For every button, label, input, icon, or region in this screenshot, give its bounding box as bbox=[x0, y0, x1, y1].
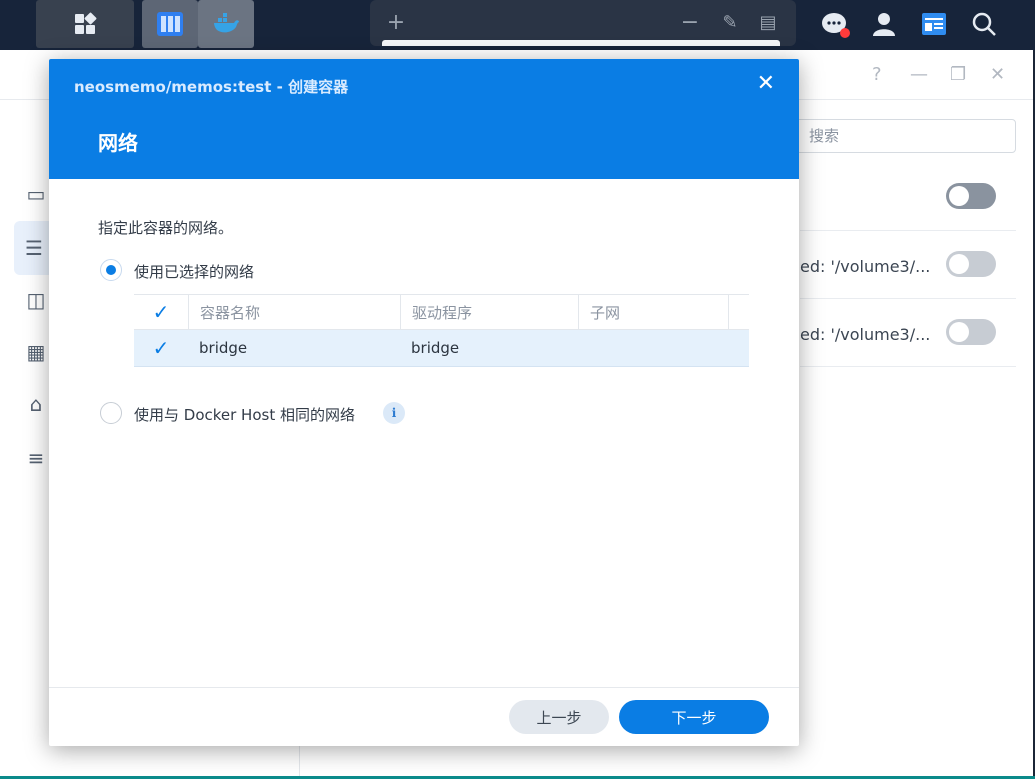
taskbar-app-container-manager[interactable] bbox=[142, 0, 198, 48]
column-header-name[interactable]: 容器名称 bbox=[188, 295, 400, 329]
table-header: ✓ 容器名称 驱动程序 子网 bbox=[134, 294, 749, 330]
step-title: 网络 bbox=[98, 131, 138, 155]
list-item-text: ed: '/volume3/... bbox=[800, 325, 931, 344]
radio-label-use-selected-network: 使用已选择的网络 bbox=[134, 263, 255, 281]
dialog-title: neosmemo/memos:test - 创建容器 bbox=[74, 78, 349, 96]
column-header-spacer bbox=[728, 295, 749, 329]
user-icon[interactable] bbox=[870, 10, 898, 38]
minimize-icon[interactable]: − bbox=[676, 8, 704, 36]
toggle-switch[interactable] bbox=[946, 183, 996, 209]
widget-bar bbox=[382, 40, 780, 46]
table-row[interactable]: ✓ bridge bridge bbox=[134, 330, 749, 367]
plus-icon[interactable]: + bbox=[382, 8, 410, 36]
toggle-switch[interactable] bbox=[946, 319, 996, 345]
create-container-dialog: neosmemo/memos:test - 创建容器 ✕ 网络 指定此容器的网络… bbox=[49, 59, 799, 746]
row-checkbox[interactable]: ✓ bbox=[134, 330, 188, 366]
list-item[interactable]: ed: '/volume3/... bbox=[800, 231, 1016, 299]
restore-window-icon[interactable]: ❐ bbox=[950, 64, 966, 85]
description-text: 指定此容器的网络。 bbox=[98, 219, 234, 237]
cell-network-name: bridge bbox=[199, 339, 248, 357]
column-header-subnet[interactable]: 子网 bbox=[578, 295, 728, 329]
checkmark-icon: ✓ bbox=[152, 300, 170, 324]
list-item-text: ed: '/volume3/... bbox=[800, 257, 931, 276]
dialog-header: neosmemo/memos:test - 创建容器 ✕ 网络 bbox=[49, 59, 799, 179]
radio-use-host-network[interactable] bbox=[100, 402, 122, 424]
chat-icon[interactable] bbox=[820, 10, 850, 38]
docker-app-icon bbox=[212, 10, 240, 38]
radio-label-use-host-network: 使用与 Docker Host 相同的网络 bbox=[134, 406, 355, 424]
search-input[interactable]: 搜索 bbox=[790, 119, 1016, 153]
sidebar-item-container[interactable]: ☰ bbox=[14, 221, 54, 275]
radio-use-selected-network[interactable] bbox=[100, 259, 122, 281]
toggle-switch[interactable] bbox=[946, 251, 996, 277]
previous-button[interactable]: 上一步 bbox=[509, 700, 609, 734]
widget-icon: ▤ bbox=[759, 11, 777, 33]
list-item[interactable]: ed: '/volume3/... bbox=[800, 299, 1016, 367]
container-manager-app-icon bbox=[156, 10, 184, 38]
cell-driver: bridge bbox=[411, 339, 460, 357]
dialog-footer: 上一步 下一步 bbox=[49, 687, 799, 746]
select-all-checkbox[interactable]: ✓ bbox=[134, 295, 188, 329]
taskbar-widget-panel: + − ✎ ▤ bbox=[370, 0, 796, 46]
pin-icon[interactable]: ✎ bbox=[716, 8, 744, 36]
network-table: ✓ 容器名称 驱动程序 子网 ✓ bridge bridge bbox=[134, 294, 749, 367]
taskbar: + − ✎ ▤ bbox=[0, 0, 1035, 50]
close-window-icon[interactable]: ✕ bbox=[990, 64, 1005, 85]
minimize-window-icon[interactable]: — bbox=[910, 64, 928, 85]
search-icon[interactable] bbox=[970, 10, 998, 38]
desktop-widget-icon[interactable] bbox=[920, 10, 948, 38]
notification-dot bbox=[840, 28, 850, 38]
main-menu-button[interactable] bbox=[36, 0, 134, 48]
apps-grid-icon bbox=[71, 10, 99, 38]
dialog-body: 指定此容器的网络。 使用已选择的网络 ✓ 容器名称 驱动程序 子网 ✓ brid… bbox=[49, 179, 799, 687]
info-icon[interactable]: i bbox=[383, 402, 405, 424]
column-header-driver[interactable]: 驱动程序 bbox=[400, 295, 578, 329]
next-button[interactable]: 下一步 bbox=[619, 700, 769, 734]
help-icon[interactable]: ? bbox=[872, 64, 882, 85]
taskbar-app-docker[interactable] bbox=[198, 0, 254, 48]
list-item[interactable] bbox=[800, 163, 1016, 231]
cell-subnet bbox=[578, 330, 728, 366]
close-icon[interactable]: ✕ bbox=[757, 71, 775, 96]
checkmark-icon: ✓ bbox=[152, 336, 170, 360]
